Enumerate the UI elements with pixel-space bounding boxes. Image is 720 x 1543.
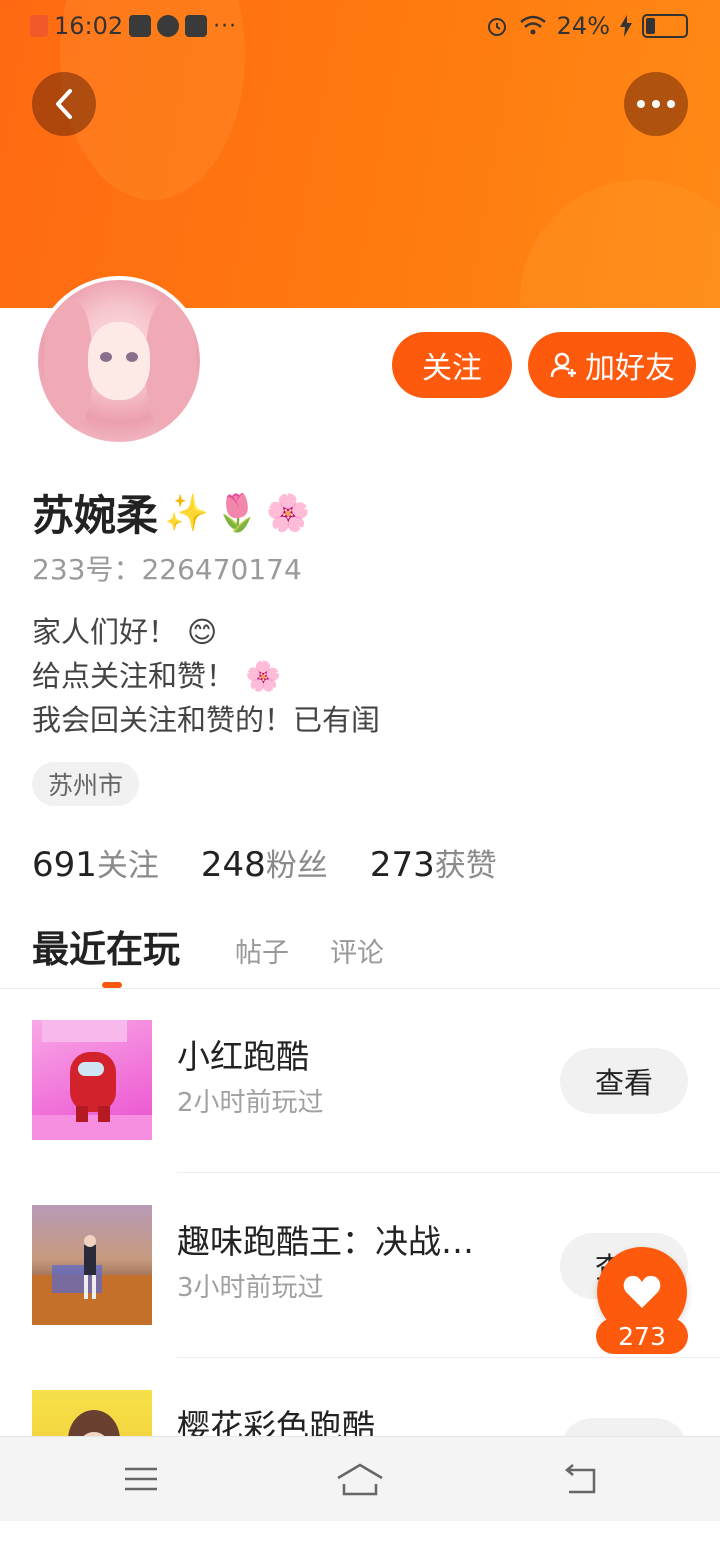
mail-icon (129, 15, 152, 37)
charging-icon (620, 15, 632, 37)
tab-comments[interactable]: 评论 (330, 924, 384, 976)
bio: 家人们好！ 😊 给点关注和赞！ 🌸 我会回关注和赞的！已有闺 (32, 610, 380, 742)
follow-button-label: 关注 (422, 351, 482, 386)
profile-name: 苏婉柔 (32, 491, 159, 540)
stat-label: 粉丝 (265, 848, 328, 884)
follow-button[interactable]: 关注 (392, 332, 512, 398)
stat-label: 获赞 (434, 848, 497, 884)
content-tabs: 最近在玩 帖子 评论 (0, 920, 720, 989)
stat-number: 273 (369, 845, 435, 885)
smile-emoji: 😊 (187, 615, 218, 649)
more-notifications-icon: ··· (213, 13, 238, 39)
menu-button[interactable] (116, 1457, 166, 1501)
game-last-played: 2小时前玩过 (177, 1088, 324, 1118)
back-icon (56, 89, 72, 119)
heart-icon (623, 1275, 661, 1308)
system-nav-bar (0, 1436, 720, 1521)
notification-icon (30, 15, 48, 37)
stat-fans[interactable]: 248粉丝 (201, 840, 328, 885)
stats-row: 691关注 248粉丝 273获赞 (32, 840, 497, 885)
view-button[interactable]: 查看 (560, 1048, 688, 1114)
bio-line: 我会回关注和赞的！已有闺 (32, 703, 381, 737)
list-item[interactable]: 小红跑酷 2小时前玩过 查看 (0, 988, 720, 1173)
app-icon (157, 15, 180, 37)
home-button[interactable] (335, 1457, 385, 1501)
game-last-played: 3小时前玩过 (177, 1273, 324, 1303)
status-bar: 16:02 ··· 24% (0, 0, 720, 56)
stat-number: 691 (32, 845, 97, 885)
add-friend-button[interactable]: 加好友 (528, 332, 696, 398)
tab-recently-played[interactable]: 最近在玩 (32, 920, 180, 972)
add-friend-label: 加好友 (585, 351, 675, 386)
home-icon (337, 1463, 383, 1496)
back-nav-button[interactable] (554, 1457, 604, 1501)
stat-following[interactable]: 691关注 (32, 840, 159, 885)
more-button[interactable] (624, 72, 688, 136)
add-friend-icon (550, 352, 576, 378)
message-icon (185, 15, 208, 37)
battery-icon (642, 14, 688, 38)
menu-icon (125, 1467, 157, 1491)
avatar[interactable] (34, 276, 204, 446)
bio-line: 家人们好！ (32, 615, 178, 649)
game-thumbnail (32, 1020, 152, 1140)
blossom-emoji: 🌸 (265, 492, 311, 534)
header-decoration (520, 180, 720, 308)
profile-name-row: 苏婉柔 ✨ 🌷 🌸 (32, 482, 311, 543)
sparkles-emoji: ✨ (164, 492, 209, 534)
stat-likes[interactable]: 273获赞 (370, 840, 497, 885)
bio-line: 给点关注和赞！ (32, 659, 236, 693)
battery-percent: 24% (556, 12, 610, 40)
user-id: 233号：226470174 (32, 553, 302, 586)
return-icon (565, 1464, 596, 1494)
wifi-icon (519, 15, 546, 35)
game-thumbnail (32, 1205, 152, 1325)
tab-posts[interactable]: 帖子 (235, 924, 289, 976)
more-icon (637, 100, 675, 108)
avatar-image (38, 280, 200, 442)
stat-number: 248 (200, 845, 266, 885)
location-tag: 苏州市 (32, 762, 140, 806)
tulip-emoji: 🌷 (214, 492, 260, 534)
profile-header: 16:02 ··· 24% (0, 0, 720, 308)
stat-label: 关注 (96, 848, 159, 884)
blossom-emoji: 🌸 (245, 659, 282, 693)
game-title: 趣味跑酷王：决战… (177, 1222, 474, 1261)
status-time: 16:02 (54, 12, 124, 40)
back-button[interactable] (32, 72, 96, 136)
game-title: 小红跑酷 (177, 1037, 309, 1076)
like-count: 273 (596, 1318, 688, 1354)
location-label: 苏州市 (48, 771, 124, 800)
alarm-icon (487, 18, 506, 36)
